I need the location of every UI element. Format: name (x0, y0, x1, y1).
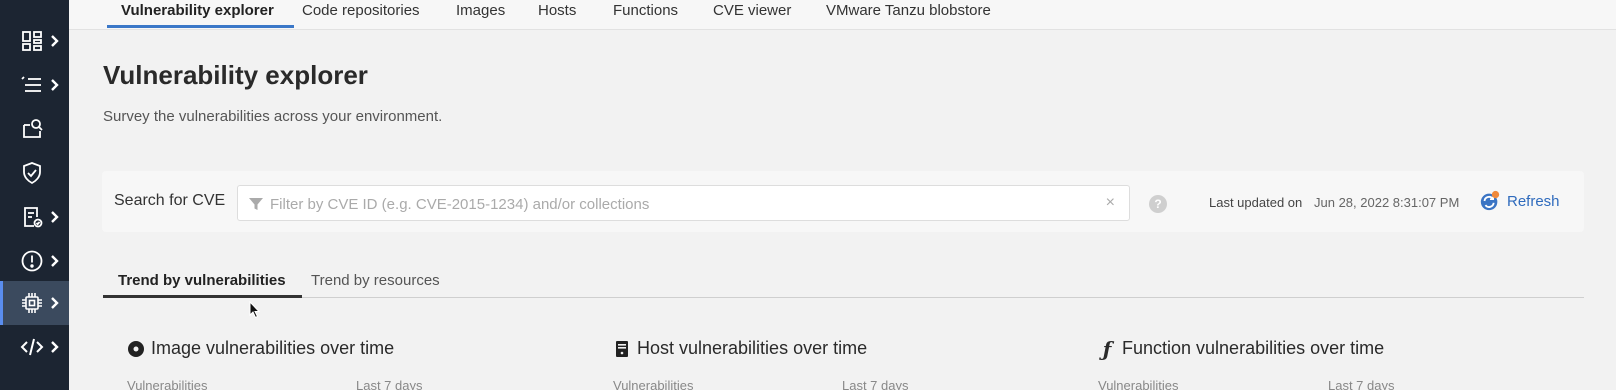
sidebar (0, 0, 69, 390)
chevron-right-icon (51, 297, 59, 309)
page-subtitle: Survey the vulnerabilities across your e… (103, 108, 443, 125)
mouse-cursor-icon (249, 301, 261, 319)
active-subtab-indicator (103, 295, 302, 298)
card-image-period-select[interactable]: Last 7 days (356, 378, 423, 390)
sidebar-item-list[interactable] (0, 63, 69, 107)
sidebar-item-dashboard[interactable] (0, 19, 69, 63)
clear-icon[interactable]: × (1106, 194, 1115, 212)
function-icon: ƒ (1102, 336, 1112, 361)
refresh-icon (1480, 190, 1500, 211)
code-icon (20, 338, 44, 356)
help-icon[interactable]: ? (1149, 195, 1167, 213)
scan-document-icon (23, 119, 43, 138)
refresh-label: Refresh (1507, 192, 1560, 210)
card-title-text: Function vulnerabilities over time (1122, 338, 1385, 358)
card-host-filter-label: Vulnerabilities (613, 378, 694, 390)
card-title-text: Image vulnerabilities over time (151, 338, 395, 358)
sidebar-item-alerts[interactable] (0, 239, 69, 283)
card-function-period-select[interactable]: Last 7 days (1328, 378, 1395, 390)
tab-functions[interactable]: Functions (613, 0, 678, 30)
search-label: Search for CVE (114, 192, 226, 209)
filter-icon (249, 198, 263, 210)
chevron-right-icon (51, 79, 59, 91)
chevron-right-icon (51, 35, 59, 47)
sidebar-item-code[interactable] (0, 325, 69, 369)
tab-cve-viewer[interactable]: CVE viewer (713, 0, 791, 30)
last-updated-value: Jun 28, 2022 8:31:07 PM (1314, 195, 1460, 210)
card-host-vulnerabilities-title: Host vulnerabilities over time (613, 338, 867, 359)
refresh-button[interactable]: Refresh (1479, 189, 1560, 213)
chevron-right-icon (51, 255, 59, 267)
card-image-vulnerabilities-title: Image vulnerabilities over time (127, 338, 394, 359)
chevron-right-icon (51, 341, 59, 353)
trend-tabs: Trend by vulnerabilities Trend by resour… (103, 262, 1584, 298)
sidebar-item-runtime[interactable] (0, 281, 69, 325)
list-check-icon (21, 76, 41, 92)
sidebar-item-security[interactable] (0, 151, 69, 195)
tab-vmware-tanzu-blobstore[interactable]: VMware Tanzu blobstore (826, 0, 991, 30)
compliance-report-icon (24, 207, 43, 228)
page-title: Vulnerability explorer (103, 60, 368, 90)
card-image-filter-label: Vulnerabilities (127, 378, 208, 390)
sidebar-item-compliance[interactable] (0, 195, 69, 239)
tab-trend-by-vulnerabilities[interactable]: Trend by vulnerabilities (118, 272, 286, 289)
host-server-icon (613, 340, 631, 358)
cve-search-bar: Search for CVE × ? Last updated on Jun 2… (102, 171, 1584, 232)
active-tab-indicator (107, 25, 294, 28)
dashboard-icon (22, 31, 42, 51)
tab-trend-by-resources[interactable]: Trend by resources (311, 272, 440, 289)
card-function-filter-label: Vulnerabilities (1098, 378, 1179, 390)
search-input-wrapper: × (237, 185, 1130, 221)
image-circle-icon (127, 340, 145, 358)
chevron-right-icon (51, 211, 59, 223)
card-function-vulnerabilities-title: ƒ Function vulnerabilities over time (1098, 336, 1385, 361)
tab-images[interactable]: Images (456, 0, 505, 30)
tab-hosts[interactable]: Hosts (538, 0, 576, 30)
sidebar-item-scan[interactable] (0, 107, 69, 151)
search-input[interactable] (270, 193, 1090, 215)
chip-icon (22, 293, 42, 313)
last-updated-label: Last updated on (1209, 195, 1303, 210)
card-host-period-select[interactable]: Last 7 days (842, 378, 909, 390)
top-navigation: Vulnerability explorer Code repositories… (69, 0, 1616, 30)
card-title-text: Host vulnerabilities over time (637, 338, 868, 358)
shield-check-icon (23, 162, 41, 185)
alert-icon (21, 250, 43, 272)
tab-code-repositories[interactable]: Code repositories (302, 0, 420, 30)
